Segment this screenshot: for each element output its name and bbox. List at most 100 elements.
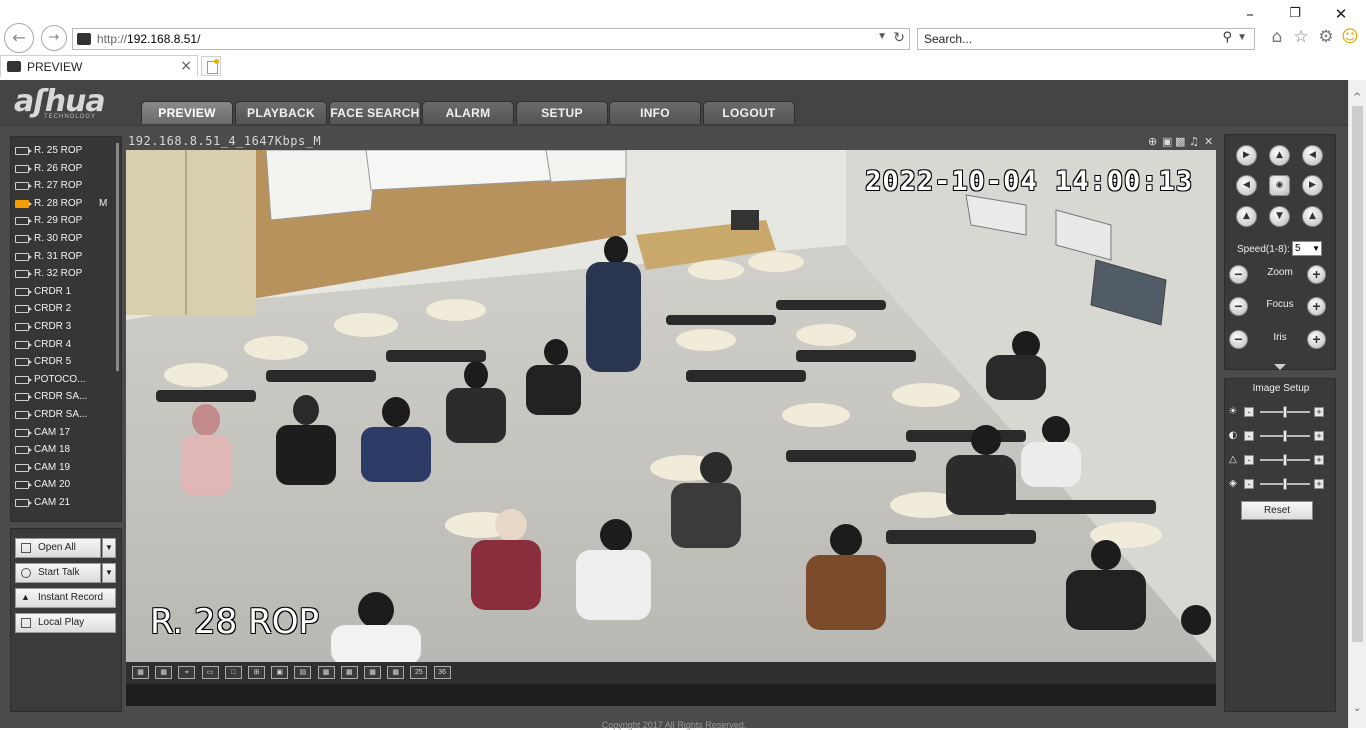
- close-video-icon[interactable]: ✕: [1204, 135, 1213, 148]
- layout-button[interactable]: 25: [410, 666, 428, 679]
- new-tab-button[interactable]: [201, 56, 221, 76]
- layout-button[interactable]: ▤: [294, 666, 312, 679]
- ptz-left-icon[interactable]: ◀: [1236, 175, 1257, 196]
- iris-minus-button[interactable]: −: [1229, 330, 1248, 349]
- brightness-plus-button[interactable]: +: [1314, 407, 1324, 417]
- settings-gear-icon[interactable]: ⚙: [1316, 27, 1336, 49]
- tab-preview[interactable]: PREVIEW: [141, 101, 233, 124]
- iris-label: Iris: [1273, 332, 1287, 343]
- scroll-down-icon[interactable]: ⌄: [1353, 703, 1361, 714]
- saturation-knob[interactable]: [1283, 454, 1287, 466]
- camera-icon: [15, 499, 32, 507]
- saturation-icon: △: [1229, 454, 1237, 465]
- address-bar[interactable]: http://192.168.8.51/ ▼ ↻: [72, 28, 910, 50]
- tab-face-search[interactable]: FACE SEARCH: [329, 101, 421, 124]
- scroll-up-icon[interactable]: ^: [1353, 92, 1361, 103]
- zoom-in-icon[interactable]: ⊕: [1148, 135, 1157, 148]
- hue-knob[interactable]: [1283, 478, 1287, 490]
- contrast-plus-button[interactable]: +: [1314, 431, 1324, 441]
- ptz-up-icon[interactable]: ▲: [1269, 145, 1290, 166]
- contrast-minus-button[interactable]: -: [1244, 431, 1254, 441]
- speed-value: 5: [1295, 243, 1301, 254]
- focus-plus-button[interactable]: +: [1307, 297, 1326, 316]
- tab-alarm[interactable]: ALARM: [422, 101, 514, 124]
- device-list-scrollbar[interactable]: [116, 143, 119, 371]
- ptz-down-right-icon[interactable]: ▲: [1302, 206, 1323, 227]
- contrast-slider-row: ◐ - +: [1227, 429, 1335, 443]
- snapshot-camera-icon[interactable]: ▩: [1175, 135, 1185, 148]
- layout-button[interactable]: 36: [433, 666, 451, 679]
- hue-minus-button[interactable]: -: [1244, 479, 1254, 489]
- browser-tab-preview[interactable]: PREVIEW ×: [0, 55, 198, 77]
- search-input[interactable]: [924, 31, 1204, 47]
- search-icon[interactable]: ⚲: [1222, 30, 1232, 45]
- brightness-minus-button[interactable]: -: [1244, 407, 1254, 417]
- open-all-dropdown-icon[interactable]: ▼: [102, 538, 116, 558]
- tab-logout[interactable]: LOGOUT: [703, 101, 795, 124]
- brightness-knob[interactable]: [1283, 406, 1287, 418]
- home-icon[interactable]: ⌂: [1267, 27, 1287, 49]
- video-feed[interactable]: 2022-10-04 14:00:13 R. 28 ROP: [126, 150, 1216, 662]
- camera-icon: [15, 358, 32, 367]
- saturation-minus-button[interactable]: -: [1244, 455, 1254, 465]
- layout-button[interactable]: ▣: [271, 666, 289, 679]
- zoom-plus-button[interactable]: +: [1307, 265, 1326, 284]
- back-button[interactable]: ←: [4, 23, 34, 53]
- favorites-star-icon[interactable]: ☆: [1291, 27, 1311, 49]
- ptz-up-right-icon[interactable]: ◀: [1302, 145, 1323, 166]
- reset-button[interactable]: Reset: [1241, 501, 1313, 520]
- zoom-minus-button[interactable]: −: [1229, 265, 1248, 284]
- ptz-up-left-icon[interactable]: ▶: [1236, 145, 1257, 166]
- ptz-auto-scan-icon[interactable]: ◉: [1269, 175, 1290, 196]
- audio-speaker-icon[interactable]: ♫: [1189, 135, 1199, 148]
- iris-plus-button[interactable]: +: [1307, 330, 1326, 349]
- split-icon[interactable]: ▣: [1162, 135, 1172, 148]
- device-label: CRDR SA...: [34, 391, 88, 403]
- scroll-thumb[interactable]: [1352, 106, 1363, 642]
- close-window-icon[interactable]: ✕: [1326, 4, 1356, 24]
- layout-button[interactable]: ▦: [364, 666, 381, 679]
- smiley-feedback-icon[interactable]: ☺: [1340, 27, 1360, 49]
- camera-icon: [15, 147, 32, 155]
- search-dropdown-icon[interactable]: ▼: [1237, 32, 1247, 43]
- layout-button[interactable]: ▦: [155, 666, 173, 679]
- speed-select[interactable]: 5 ▼: [1292, 241, 1322, 256]
- layout-button[interactable]: ▦: [340, 666, 358, 679]
- tab-setup[interactable]: SETUP: [516, 101, 608, 124]
- focus-minus-button[interactable]: −: [1229, 297, 1248, 316]
- forward-button[interactable]: →: [41, 25, 67, 51]
- refresh-icon[interactable]: ↻: [893, 30, 905, 46]
- app-header: aʃhua TECHNOLOGY PREVIEW PLAYBACK FACE S…: [0, 80, 1348, 126]
- restore-icon[interactable]: ❐: [1280, 4, 1310, 24]
- ptz-down-icon[interactable]: ▼: [1269, 206, 1290, 227]
- hue-plus-button[interactable]: +: [1314, 479, 1324, 489]
- layout-button[interactable]: □: [224, 666, 242, 679]
- page-scrollbar[interactable]: ^ ⌄: [1348, 80, 1366, 728]
- layout-button[interactable]: ▦: [317, 666, 335, 679]
- instant-record-button[interactable]: ▲ Instant Record: [15, 588, 116, 608]
- open-all-button[interactable]: Open All: [15, 538, 101, 558]
- local-play-button[interactable]: Local Play: [15, 613, 116, 633]
- tab-close-icon[interactable]: ×: [180, 58, 192, 74]
- minimize-icon[interactable]: –: [1235, 4, 1265, 24]
- layout-button[interactable]: ▦: [387, 666, 405, 679]
- address-dropdown-icon[interactable]: ▼: [877, 31, 887, 42]
- layout-button[interactable]: ⊞: [248, 666, 265, 679]
- saturation-plus-button[interactable]: +: [1314, 455, 1324, 465]
- device-stream-mark: M: [99, 197, 108, 209]
- device-label: R. 32 ROP: [34, 268, 83, 280]
- ptz-down-left-icon[interactable]: ▲: [1236, 206, 1257, 227]
- layout-button[interactable]: ▭: [201, 666, 219, 679]
- tab-info[interactable]: INFO: [609, 101, 701, 124]
- layout-button[interactable]: ⌖: [178, 666, 196, 679]
- start-talk-dropdown-icon[interactable]: ▼: [102, 563, 116, 583]
- start-talk-button[interactable]: Start Talk: [15, 563, 101, 583]
- tab-playback[interactable]: PLAYBACK: [235, 101, 327, 124]
- contrast-knob[interactable]: [1283, 430, 1287, 442]
- camera-icon: [15, 182, 32, 191]
- video-stream-title: 192.168.8.51_4_1647Kbps_M: [128, 134, 322, 148]
- layout-button[interactable]: ▦: [132, 666, 149, 679]
- search-box[interactable]: ⚲ ▼: [917, 28, 1255, 50]
- ptz-collapse-icon[interactable]: [1224, 362, 1336, 370]
- ptz-right-icon[interactable]: ▶: [1302, 175, 1323, 196]
